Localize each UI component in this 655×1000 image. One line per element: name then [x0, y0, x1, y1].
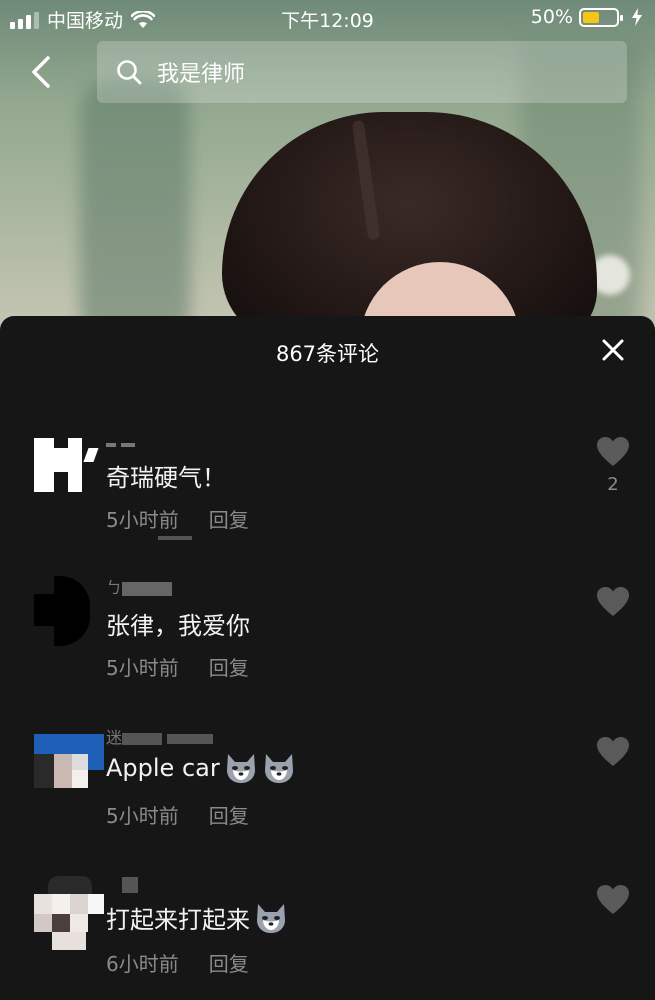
heart-icon[interactable] — [596, 436, 630, 468]
husky-emoji-icon — [264, 754, 293, 783]
battery-percent: 50% — [530, 6, 573, 28]
comment-time: 6小时前 — [106, 952, 179, 976]
avatar[interactable] — [34, 438, 104, 492]
username-redacted[interactable]: 迷 — [106, 724, 214, 747]
comment-text: Apple car — [106, 752, 296, 784]
comments-sheet: 867条评论 奇瑞硬气！ 5小时前 回复 2 ㄅ 张律，我爱你 5小时前 回复 … — [0, 316, 655, 1000]
like-count: 2 — [607, 474, 619, 495]
comment-item: ㄅ 张律，我爱你 5小时前 回复 — [0, 574, 655, 714]
comment-item: 打起来打起来 6小时前 回复 — [0, 870, 655, 1000]
comments-title: 867条评论 — [275, 342, 380, 366]
comment-item: 迷 Apple car 5小时前 回复 — [0, 722, 655, 862]
reply-button[interactable]: 回复 — [209, 800, 249, 829]
avatar[interactable] — [34, 734, 104, 788]
reply-button[interactable]: 回复 — [209, 504, 249, 533]
avatar[interactable] — [34, 876, 104, 950]
username-redacted[interactable] — [106, 874, 138, 894]
reply-button[interactable]: 回复 — [209, 948, 249, 977]
comment-item: 奇瑞硬气！ 5小时前 回复 2 — [0, 434, 655, 574]
close-icon[interactable] — [601, 338, 625, 362]
comment-time: 5小时前 — [106, 804, 179, 828]
battery-icon — [579, 7, 623, 27]
username-redacted[interactable] — [106, 434, 136, 454]
avatar[interactable] — [34, 576, 104, 646]
comment-text: 张律，我爱你 — [106, 612, 250, 640]
comment-text: 打起来打起来 — [106, 900, 288, 935]
chevron-left-icon[interactable] — [22, 52, 62, 92]
charging-bolt-icon — [632, 8, 642, 26]
comment-text: 奇瑞硬气！ — [106, 464, 226, 492]
husky-emoji-icon — [226, 754, 255, 783]
heart-icon[interactable] — [596, 736, 630, 768]
comment-time: 5小时前 — [106, 656, 179, 680]
search-input[interactable]: 我是律师 — [97, 41, 627, 103]
comment-time: 5小时前 — [106, 508, 179, 532]
heart-icon[interactable] — [596, 586, 630, 618]
status-bar: 中国移动 下午12:09 50% — [0, 0, 655, 36]
heart-icon[interactable] — [596, 884, 630, 916]
username-redacted[interactable]: ㄅ — [106, 574, 173, 597]
search-query: 我是律师 — [157, 62, 246, 87]
search-icon — [117, 60, 142, 85]
reply-button[interactable]: 回复 — [209, 652, 249, 681]
husky-emoji-icon — [257, 903, 285, 933]
